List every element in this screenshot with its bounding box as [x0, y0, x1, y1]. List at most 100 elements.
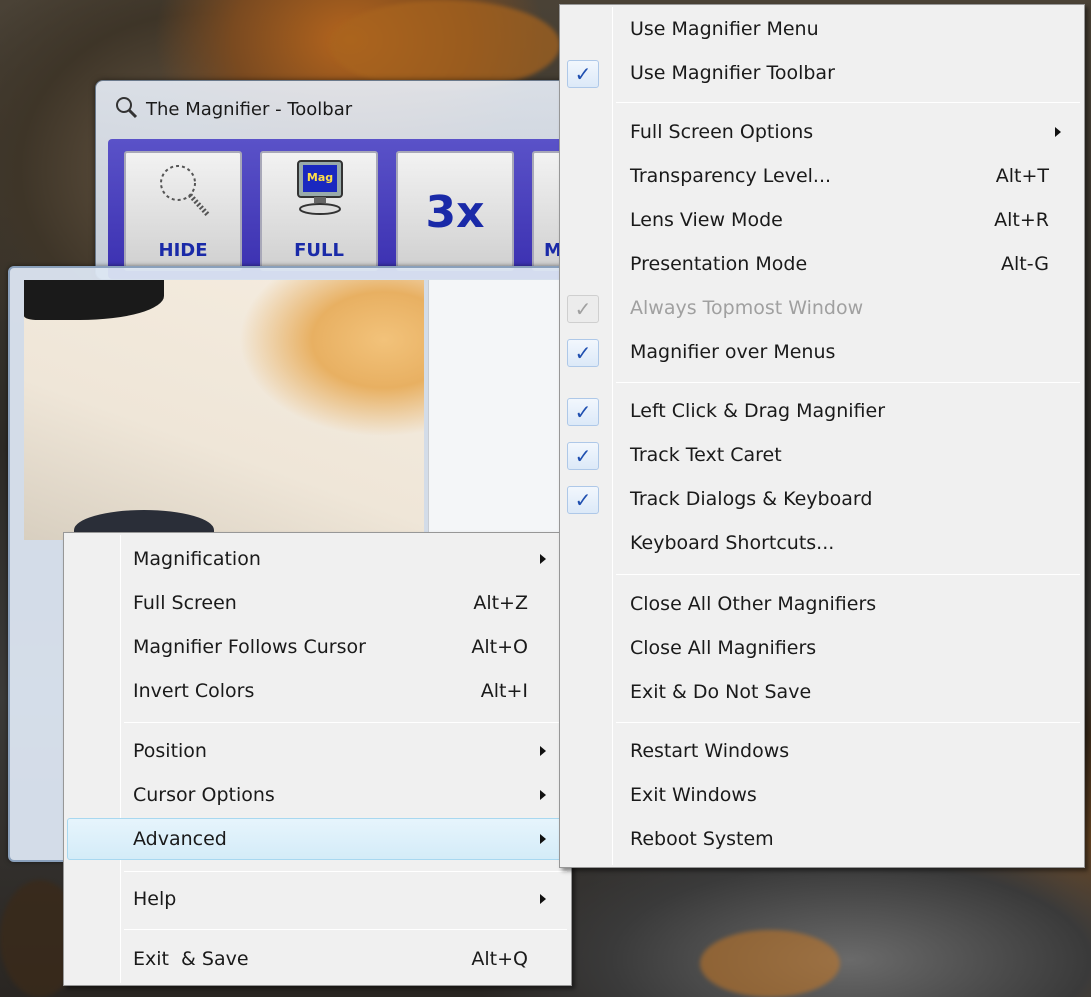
menu-item-magnification[interactable]: Magnification	[67, 539, 568, 579]
menu-item-label: Always Topmost Window	[630, 297, 864, 319]
checkmark-icon: ✓	[567, 442, 599, 470]
menu-item-help[interactable]: Help	[67, 879, 568, 919]
lens-side-panel	[428, 280, 568, 540]
menu-item-label: Full Screen	[133, 592, 237, 614]
menu-item-label: Close All Magnifiers	[630, 637, 817, 659]
menu-item-use-magnifier-menu[interactable]: Use Magnifier Menu	[563, 9, 1081, 49]
menu-item-label: Position	[133, 740, 207, 762]
menu-item-full-screen[interactable]: Full Screen Alt+Z	[67, 583, 568, 623]
magnifier-context-menu: Magnification Full Screen Alt+Z Magnifie…	[63, 532, 572, 986]
submenu-arrow-icon	[540, 790, 546, 800]
menu-item-label: Use Magnifier Toolbar	[630, 62, 835, 84]
menu-separator	[124, 929, 567, 930]
menu-item-shortcut: Alt+T	[995, 165, 1049, 187]
hide-button-label: HIDE	[158, 240, 208, 261]
menu-item-reboot-system[interactable]: Reboot System	[563, 819, 1081, 859]
full-button[interactable]: Mag FULL	[260, 151, 378, 271]
menu-item-advanced[interactable]: Advanced	[67, 818, 568, 860]
hide-button[interactable]: HIDE	[124, 151, 242, 271]
menu-item-transparency-level[interactable]: Transparency Level... Alt+T	[563, 156, 1081, 196]
submenu-arrow-icon	[540, 834, 546, 844]
menu-item-label: Restart Windows	[630, 740, 790, 762]
advanced-submenu: Use Magnifier Menu ✓ Use Magnifier Toolb…	[559, 4, 1085, 868]
menu-item-label: Exit & Save	[133, 948, 249, 970]
menu-item-close-all-magnifiers[interactable]: Close All Magnifiers	[563, 628, 1081, 668]
menu-item-restart-windows[interactable]: Restart Windows	[563, 731, 1081, 771]
menu-item-shortcut: Alt-G	[1000, 253, 1049, 275]
checkmark-icon: ✓	[567, 398, 599, 426]
menu-item-label: Presentation Mode	[630, 253, 808, 275]
menu-item-exit-do-not-save[interactable]: Exit & Do Not Save	[563, 672, 1081, 712]
svg-text:Mag: Mag	[307, 171, 333, 184]
menu-separator	[124, 871, 567, 872]
menu-item-label: Lens View Mode	[630, 209, 783, 231]
menu-separator	[124, 722, 567, 723]
menu-item-exit-windows[interactable]: Exit Windows	[563, 775, 1081, 815]
menu-item-label: Left Click & Drag Magnifier	[630, 400, 886, 422]
menu-item-cursor-options[interactable]: Cursor Options	[67, 775, 568, 815]
menu-item-label: Magnifier over Menus	[630, 341, 836, 363]
menu-item-label: Magnifier Follows Cursor	[133, 636, 366, 658]
menu-item-presentation-mode[interactable]: Presentation Mode Alt-G	[563, 244, 1081, 284]
lens-icon	[154, 161, 214, 226]
menu-item-label: Magnification	[133, 548, 261, 570]
checkmark-icon: ✓	[567, 486, 599, 514]
submenu-arrow-icon	[540, 746, 546, 756]
menu-item-shortcut: Alt+O	[471, 636, 528, 658]
menu-item-label: Cursor Options	[133, 784, 275, 806]
menu-item-label: Keyboard Shortcuts...	[630, 532, 835, 554]
submenu-arrow-icon	[540, 894, 546, 904]
full-button-label: FULL	[294, 240, 344, 261]
menu-item-label: Exit & Do Not Save	[630, 681, 812, 703]
checkmark-icon: ✓	[567, 295, 599, 323]
menu-item-shortcut: Alt+Q	[471, 948, 528, 970]
menu-item-label: Track Dialogs & Keyboard	[630, 488, 873, 510]
menu-item-label: Invert Colors	[133, 680, 255, 702]
menu-item-use-magnifier-toolbar[interactable]: ✓ Use Magnifier Toolbar	[563, 53, 1081, 93]
toolbar-button-strip: HIDE Mag FULL 3x M	[108, 139, 612, 279]
background-rock	[700, 930, 840, 997]
menu-item-label: Advanced	[133, 828, 227, 850]
menu-item-always-topmost-window: ✓ Always Topmost Window	[563, 288, 1081, 328]
menu-item-magnifier-follows-cursor[interactable]: Magnifier Follows Cursor Alt+O	[67, 627, 568, 667]
menu-item-full-screen-options[interactable]: Full Screen Options	[563, 112, 1081, 152]
submenu-arrow-icon	[1055, 127, 1061, 137]
menu-item-label: Reboot System	[630, 828, 774, 850]
menu-separator	[616, 382, 1080, 383]
menu-separator	[616, 722, 1080, 723]
magnifier-icon	[114, 95, 138, 124]
background-rock	[330, 0, 560, 90]
menu-item-label: Full Screen Options	[630, 121, 814, 143]
checkmark-icon: ✓	[567, 60, 599, 88]
menu-item-label: Use Magnifier Menu	[630, 18, 819, 40]
menu-item-track-dialogs-keyboard[interactable]: ✓ Track Dialogs & Keyboard	[563, 479, 1081, 519]
menu-item-left-click-drag-magnifier[interactable]: ✓ Left Click & Drag Magnifier	[563, 391, 1081, 431]
menu-item-shortcut: Alt+Z	[473, 592, 528, 614]
submenu-arrow-icon	[540, 554, 546, 564]
menu-item-label: Track Text Caret	[630, 444, 782, 466]
menu-item-lens-view-mode[interactable]: Lens View Mode Alt+R	[563, 200, 1081, 240]
menu-item-label: Close All Other Magnifiers	[630, 593, 877, 615]
zoom-3x-button[interactable]: 3x	[396, 151, 514, 271]
magnified-view	[24, 280, 424, 540]
zoom-level-label: 3x	[425, 187, 485, 238]
menu-item-label: Help	[133, 888, 177, 910]
menu-item-position[interactable]: Position	[67, 731, 568, 771]
magnified-dark-region	[24, 280, 164, 320]
menu-item-label: Exit Windows	[630, 784, 757, 806]
toolbar-title-bar[interactable]: The Magnifier - Toolbar	[114, 95, 352, 123]
menu-item-label: Transparency Level...	[630, 165, 832, 187]
toolbar-title: The Magnifier - Toolbar	[146, 98, 353, 120]
checkmark-icon: ✓	[567, 339, 599, 367]
menu-item-shortcut: Alt+R	[994, 209, 1049, 231]
menu-item-keyboard-shortcuts[interactable]: Keyboard Shortcuts...	[563, 523, 1081, 563]
menu-separator	[616, 574, 1080, 575]
menu-item-track-text-caret[interactable]: ✓ Track Text Caret	[563, 435, 1081, 475]
menu-item-invert-colors[interactable]: Invert Colors Alt+I	[67, 671, 568, 711]
monitor-icon: Mag	[294, 159, 348, 222]
menu-item-close-all-other-magnifiers[interactable]: Close All Other Magnifiers	[563, 584, 1081, 624]
menu-item-magnifier-over-menus[interactable]: ✓ Magnifier over Menus	[563, 332, 1081, 372]
menu-separator	[616, 102, 1080, 103]
menu-item-exit-save[interactable]: Exit & Save Alt+Q	[67, 939, 568, 979]
magnifier-toolbar-window[interactable]: The Magnifier - Toolbar HIDE Mag FULL 3x…	[95, 80, 615, 280]
